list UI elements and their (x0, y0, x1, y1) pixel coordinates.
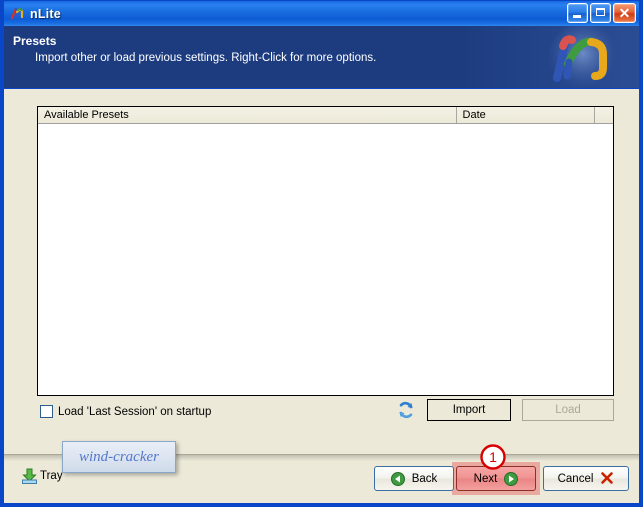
next-button-label: Next (473, 472, 498, 485)
page-subtitle: Import other or load previous settings. … (35, 52, 377, 64)
load-last-session-label: Load 'Last Session' on startup (58, 405, 212, 418)
back-button-label: Back (411, 472, 438, 485)
load-last-session-checkbox[interactable] (40, 405, 53, 418)
window-title: nLite (30, 6, 61, 21)
close-button[interactable]: ✕ (613, 3, 636, 23)
caption-button-group: ✕ (567, 3, 636, 23)
page-header: Presets Import other or load previous se… (4, 26, 639, 89)
nlite-large-logo-icon (527, 26, 639, 88)
column-header-extra[interactable] (595, 107, 613, 123)
dialog-body: Available Presets Date Load 'Last Sessio… (4, 89, 639, 503)
title-bar[interactable]: nLite ✕ (4, 0, 639, 26)
minimize-button[interactable] (567, 3, 588, 23)
maximize-button[interactable] (590, 3, 611, 23)
footer-bar: Tray wind-cracker Back Next Cancel (4, 441, 639, 503)
list-column-headers: Available Presets Date (38, 107, 613, 124)
column-header-date[interactable]: Date (456, 107, 596, 123)
annotation-badge-1: 1 (480, 443, 508, 471)
arrow-right-circle-icon (504, 471, 519, 486)
minimize-icon (573, 15, 581, 18)
presets-list-empty-area[interactable] (38, 124, 613, 395)
back-button[interactable]: Back (374, 466, 454, 491)
refresh-icon[interactable] (397, 401, 415, 419)
close-icon: ✕ (618, 5, 631, 21)
cancel-button[interactable]: Cancel (543, 466, 629, 491)
maximize-icon (596, 8, 605, 16)
tray-download-icon (21, 467, 39, 485)
tray-label: Tray (40, 470, 63, 482)
tray-button[interactable]: Tray (21, 467, 63, 485)
load-button: Load (522, 399, 614, 421)
watermark-text: wind-cracker (79, 448, 159, 465)
page-title: Presets (13, 34, 57, 48)
annotation-badge-number: 1 (489, 449, 497, 465)
screenshot-root: nLite ✕ Presets Import other or load pre… (0, 0, 643, 507)
column-header-available-presets[interactable]: Available Presets (38, 107, 457, 123)
arrow-left-circle-icon (390, 471, 405, 486)
watermark-overlay: wind-cracker (62, 441, 176, 473)
import-button[interactable]: Import (427, 399, 511, 421)
nlite-window: nLite ✕ Presets Import other or load pre… (0, 0, 643, 507)
presets-listbox[interactable]: Available Presets Date (37, 106, 614, 396)
cancel-button-label: Cancel (557, 472, 594, 485)
nlite-logo-icon (9, 5, 26, 22)
load-last-session-checkbox-row[interactable]: Load 'Last Session' on startup (40, 405, 211, 418)
close-x-icon (600, 471, 614, 487)
